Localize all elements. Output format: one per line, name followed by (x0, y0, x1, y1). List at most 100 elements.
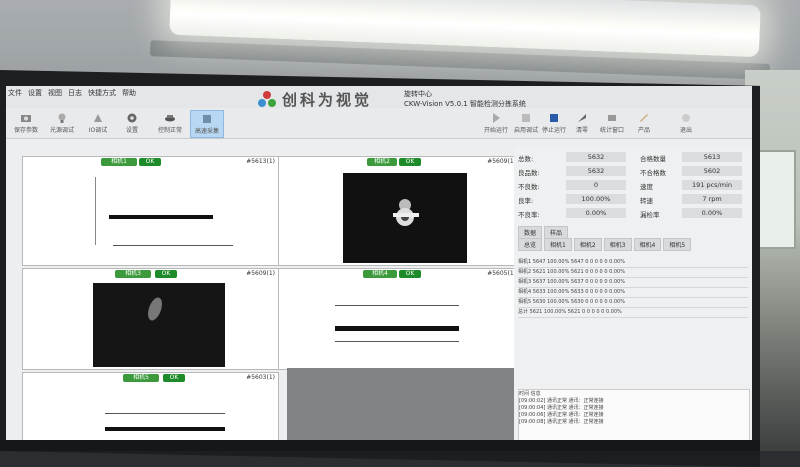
monitor-bottom (0, 440, 760, 451)
menu-log[interactable]: 日志 (68, 88, 82, 98)
product-icon (640, 114, 648, 122)
brand-name: 创科为视觉 (282, 91, 373, 109)
subtab-camera-2[interactable]: 相机2 (573, 238, 602, 251)
light-icon (58, 113, 66, 123)
tool-settings[interactable]: 设置 (116, 110, 148, 136)
log-line: [09:00:08] 通讯正常 通讯：正常连接 (519, 419, 604, 425)
camera-cell-2[interactable]: 相机2 OK #5609(1) (278, 156, 520, 266)
tool-control[interactable]: 控制正常 (154, 110, 186, 136)
tool-high-speed-capture[interactable]: 高速采集 (190, 110, 224, 138)
part-image (148, 297, 162, 321)
status-badge: OK (155, 270, 177, 278)
stat-value: 5602 (682, 166, 742, 176)
camera-cell-3[interactable]: 相机3 OK #5609(1) (22, 268, 279, 370)
status-badge: OK (139, 158, 161, 166)
clear-icon (578, 114, 586, 122)
table-row: 相机1 5647 100.00% 5647 0 0 0 0 0 0.00% (518, 258, 748, 268)
table-row: 相机4 5633 100.00% 5633 0 0 0 0 0 0.00% (518, 288, 748, 298)
stat-value: 7 rpm (682, 194, 742, 204)
exit-icon (682, 114, 690, 122)
subtab-camera-5[interactable]: 相机5 (663, 238, 692, 251)
stat-value: 5613 (682, 152, 742, 162)
brand: 创科为视觉 (258, 89, 372, 110)
io-icon (94, 114, 102, 122)
menu-view[interactable]: 视图 (48, 88, 62, 98)
tool-exit[interactable]: 退出 (670, 110, 702, 136)
wire-image (105, 427, 225, 431)
stat-row: 良品数: 5632 不合格数 5602 (518, 166, 748, 177)
tool-io[interactable]: IO调试 (82, 110, 114, 136)
status-badge: OK (399, 158, 421, 166)
log-header: 时间 信息 (519, 391, 541, 397)
camera-cell-4[interactable]: 相机4 OK #5605(1) (278, 268, 520, 370)
stat-value: 5632 (566, 166, 626, 176)
brand-subtitle: 旋转中心 CKW-Vision V5.0.1 智能检测分拣系统 (404, 89, 526, 109)
tool-light[interactable]: 光源调试 (46, 110, 78, 136)
tool-clear[interactable]: 清零 (566, 110, 598, 136)
capture-icon (203, 115, 211, 123)
table-row: 总计 5621 100.00% 5621 0 0 0 0 0 0.00% (518, 308, 748, 318)
control-icon (165, 115, 175, 122)
edge-line (335, 341, 459, 342)
stat-row: 不良率: 0.00% 漏检率 0.00% (518, 208, 748, 219)
stat-row: 总数: 5632 合格数量 5613 (518, 152, 748, 163)
log-line: [09:00:06] 通讯正常 通讯：正常连接 (519, 412, 604, 418)
dark-image (93, 283, 225, 367)
status-badge: OK (163, 374, 185, 382)
empty-cell (287, 368, 519, 451)
edge-line (113, 245, 233, 246)
statistics-panel: 总数: 5632 合格数量 5613 良品数: 5632 不合格数 5602 不… (514, 146, 752, 451)
stat-value: 191 pcs/min (682, 180, 742, 190)
camera-name: 相机3 (115, 270, 151, 278)
image-count: #5609(1) (246, 270, 275, 277)
stat-value: 0 (566, 180, 626, 190)
stats-icon (608, 115, 616, 121)
menu-shortcut[interactable]: 快捷方式 (88, 88, 116, 98)
log-line: [09:00:02] 通讯正常 通讯：正常连接 (519, 398, 604, 404)
menu: 文件 设置 视图 日志 快捷方式 帮助 (8, 88, 136, 98)
image-count: #5603(1) (246, 374, 275, 381)
image-count: #5609(1) (487, 158, 516, 165)
camera-name: 相机2 (367, 158, 397, 166)
tool-product[interactable]: 产品 (628, 110, 660, 136)
debug-icon (522, 114, 530, 122)
subtab-camera-1[interactable]: 相机1 (544, 238, 572, 251)
brand-logo-icon (258, 90, 276, 109)
subtab-overview[interactable]: 总览 (518, 238, 543, 251)
camera-stats-table: 相机1 5647 100.00% 5647 0 0 0 0 0 0.00% 相机… (518, 258, 748, 318)
part-image (393, 199, 419, 226)
play-icon (493, 113, 500, 123)
camera-name: 相机5 (123, 374, 159, 382)
table-row: 相机3 5637 100.00% 5637 0 0 0 0 0 0.00% (518, 278, 748, 288)
gear-icon (127, 113, 137, 123)
stat-value: 5632 (566, 152, 626, 162)
log-line: [09:00:04] 通讯正常 通讯：正常连接 (519, 405, 604, 411)
brand-subtitle-1: 旋转中心 (404, 90, 432, 98)
wire-image (335, 326, 459, 331)
tool-save-params[interactable]: 保存参数 (10, 110, 42, 136)
menu-help[interactable]: 帮助 (122, 88, 136, 98)
camera-icon (21, 115, 31, 122)
menu-file[interactable]: 文件 (8, 88, 22, 98)
edge-line (105, 413, 225, 414)
tool-start[interactable]: 开始运行 (480, 110, 512, 136)
subtab-camera-4[interactable]: 相机4 (633, 238, 662, 251)
table-row: 相机5 5630 100.00% 5630 0 0 0 0 0 0.00% (518, 298, 748, 308)
edge-line (335, 305, 459, 306)
tool-stats[interactable]: 统计窗口 (596, 110, 628, 136)
status-badge: OK (399, 270, 421, 278)
stop-icon (550, 114, 558, 122)
stat-row: 良率: 100.00% 转速 7 rpm (518, 194, 748, 205)
stat-value: 0.00% (566, 208, 626, 218)
camera-cell-1[interactable]: 相机1 OK #5613(1) (22, 156, 279, 266)
menu-bar: 文件 设置 视图 日志 快捷方式 帮助 创科为视觉 旋转中心 CKW-Visio… (6, 86, 752, 110)
stat-value: 0.00% (682, 208, 742, 218)
subtab-camera-3[interactable]: 相机3 (603, 238, 632, 251)
table-row: 相机2 5621 100.00% 5621 0 0 0 0 0 0.00% (518, 268, 748, 278)
wire-image (109, 215, 213, 219)
menu-settings[interactable]: 设置 (28, 88, 42, 98)
dark-image (343, 173, 467, 263)
camera-name: 相机1 (101, 158, 137, 166)
toolbar: 保存参数 光源调试 IO调试 设置 控制正常 高速采集 开始运行 启用调试 停止… (6, 108, 752, 139)
image-count: #5613(1) (246, 158, 275, 165)
